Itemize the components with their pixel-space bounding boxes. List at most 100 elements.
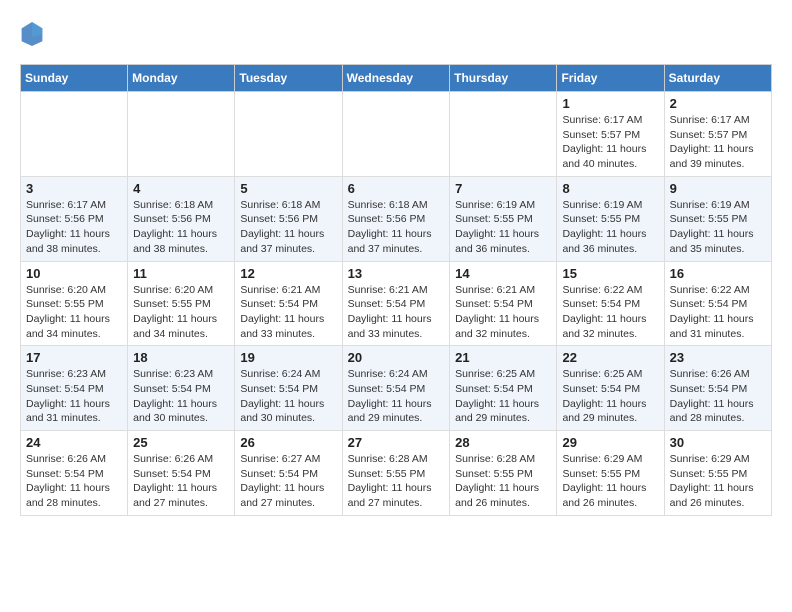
calendar-cell: 24 Sunrise: 6:26 AM Sunset: 5:54 PM Dayli…	[21, 431, 128, 516]
day-number: 21	[455, 350, 551, 365]
calendar-cell: 2 Sunrise: 6:17 AM Sunset: 5:57 PM Daylig…	[664, 92, 771, 177]
day-number: 16	[670, 266, 766, 281]
calendar-cell: 26Sunrise: 6:27 AM Sunset: 5:54 PM Dayli…	[235, 431, 342, 516]
day-info: Sunrise: 6:19 AM Sunset: 5:55 PM Dayligh…	[562, 198, 658, 257]
day-number: 22	[562, 350, 658, 365]
weekday-header: Tuesday	[235, 65, 342, 92]
calendar-week-row: 3 Sunrise: 6:17 AM Sunset: 5:56 PM Daylig…	[21, 176, 772, 261]
day-info: Sunrise: 6:21 AM Sunset: 5:54 PM Dayligh…	[240, 283, 336, 342]
day-number: 17	[26, 350, 122, 365]
calendar-cell	[128, 92, 235, 177]
day-info: Sunrise: 6:22 AM Sunset: 5:54 PM Dayligh…	[670, 283, 766, 342]
day-info: Sunrise: 6:21 AM Sunset: 5:54 PM Dayligh…	[455, 283, 551, 342]
calendar-cell: 25 Sunrise: 6:26 AM Sunset: 5:54 PM Dayli…	[128, 431, 235, 516]
day-number: 28	[455, 435, 551, 450]
day-number: 8	[562, 181, 658, 196]
day-info: Sunrise: 6:17 AM Sunset: 5:56 PM Dayligh…	[26, 198, 122, 257]
day-number: 29	[562, 435, 658, 450]
day-number: 10	[26, 266, 122, 281]
day-info: Sunrise: 6:25 AM Sunset: 5:54 PM Dayligh…	[562, 367, 658, 426]
day-number: 13	[348, 266, 445, 281]
weekday-header: Thursday	[450, 65, 557, 92]
day-info: Sunrise: 6:26 AM Sunset: 5:54 PM Dayligh…	[670, 367, 766, 426]
day-number: 19	[240, 350, 336, 365]
day-info: Sunrise: 6:23 AM Sunset: 5:54 PM Dayligh…	[26, 367, 122, 426]
day-info: Sunrise: 6:18 AM Sunset: 5:56 PM Dayligh…	[240, 198, 336, 257]
day-number: 25	[133, 435, 229, 450]
day-info: Sunrise: 6:25 AM Sunset: 5:54 PM Dayligh…	[455, 367, 551, 426]
calendar-cell: 4 Sunrise: 6:18 AM Sunset: 5:56 PM Daylig…	[128, 176, 235, 261]
calendar-week-row: 1 Sunrise: 6:17 AM Sunset: 5:57 PM Daylig…	[21, 92, 772, 177]
page-header	[20, 20, 772, 48]
calendar-cell: 21 Sunrise: 6:25 AM Sunset: 5:54 PM Dayli…	[450, 346, 557, 431]
day-info: Sunrise: 6:18 AM Sunset: 5:56 PM Dayligh…	[133, 198, 229, 257]
day-info: Sunrise: 6:20 AM Sunset: 5:55 PM Dayligh…	[26, 283, 122, 342]
calendar-cell: 7Sunrise: 6:19 AM Sunset: 5:55 PM Daylig…	[450, 176, 557, 261]
weekday-header: Monday	[128, 65, 235, 92]
day-number: 4	[133, 181, 229, 196]
calendar-cell: 16 Sunrise: 6:22 AM Sunset: 5:54 PM Dayli…	[664, 261, 771, 346]
day-info: Sunrise: 6:24 AM Sunset: 5:54 PM Dayligh…	[348, 367, 445, 426]
day-number: 20	[348, 350, 445, 365]
calendar-cell: 18Sunrise: 6:23 AM Sunset: 5:54 PM Dayli…	[128, 346, 235, 431]
day-number: 24	[26, 435, 122, 450]
calendar-cell: 14 Sunrise: 6:21 AM Sunset: 5:54 PM Dayli…	[450, 261, 557, 346]
day-info: Sunrise: 6:17 AM Sunset: 5:57 PM Dayligh…	[562, 113, 658, 172]
day-number: 14	[455, 266, 551, 281]
day-info: Sunrise: 6:26 AM Sunset: 5:54 PM Dayligh…	[26, 452, 122, 511]
weekday-header: Saturday	[664, 65, 771, 92]
calendar-week-row: 10 Sunrise: 6:20 AM Sunset: 5:55 PM Dayli…	[21, 261, 772, 346]
day-number: 2	[670, 96, 766, 111]
calendar-header-row: SundayMondayTuesdayWednesdayThursdayFrid…	[21, 65, 772, 92]
calendar-cell: 17 Sunrise: 6:23 AM Sunset: 5:54 PM Dayli…	[21, 346, 128, 431]
calendar-cell: 23Sunrise: 6:26 AM Sunset: 5:54 PM Dayli…	[664, 346, 771, 431]
day-info: Sunrise: 6:29 AM Sunset: 5:55 PM Dayligh…	[670, 452, 766, 511]
calendar-cell	[342, 92, 450, 177]
calendar-cell: 30 Sunrise: 6:29 AM Sunset: 5:55 PM Dayli…	[664, 431, 771, 516]
day-number: 5	[240, 181, 336, 196]
day-info: Sunrise: 6:17 AM Sunset: 5:57 PM Dayligh…	[670, 113, 766, 172]
day-number: 26	[240, 435, 336, 450]
calendar-week-row: 17 Sunrise: 6:23 AM Sunset: 5:54 PM Dayli…	[21, 346, 772, 431]
day-info: Sunrise: 6:18 AM Sunset: 5:56 PM Dayligh…	[348, 198, 445, 257]
logo-icon	[20, 20, 44, 48]
day-number: 9	[670, 181, 766, 196]
day-number: 15	[562, 266, 658, 281]
day-info: Sunrise: 6:22 AM Sunset: 5:54 PM Dayligh…	[562, 283, 658, 342]
calendar-cell: 22 Sunrise: 6:25 AM Sunset: 5:54 PM Dayli…	[557, 346, 664, 431]
calendar-cell: 8 Sunrise: 6:19 AM Sunset: 5:55 PM Daylig…	[557, 176, 664, 261]
calendar-cell: 13 Sunrise: 6:21 AM Sunset: 5:54 PM Dayli…	[342, 261, 450, 346]
day-info: Sunrise: 6:28 AM Sunset: 5:55 PM Dayligh…	[348, 452, 445, 511]
calendar-cell	[450, 92, 557, 177]
day-number: 6	[348, 181, 445, 196]
day-info: Sunrise: 6:20 AM Sunset: 5:55 PM Dayligh…	[133, 283, 229, 342]
calendar-cell: 6 Sunrise: 6:18 AM Sunset: 5:56 PM Daylig…	[342, 176, 450, 261]
day-number: 12	[240, 266, 336, 281]
day-info: Sunrise: 6:26 AM Sunset: 5:54 PM Dayligh…	[133, 452, 229, 511]
day-number: 27	[348, 435, 445, 450]
calendar-cell	[235, 92, 342, 177]
calendar-table: SundayMondayTuesdayWednesdayThursdayFrid…	[20, 64, 772, 516]
calendar-cell: 1 Sunrise: 6:17 AM Sunset: 5:57 PM Daylig…	[557, 92, 664, 177]
weekday-header: Friday	[557, 65, 664, 92]
day-number: 3	[26, 181, 122, 196]
calendar-cell: 11 Sunrise: 6:20 AM Sunset: 5:55 PM Dayli…	[128, 261, 235, 346]
day-info: Sunrise: 6:24 AM Sunset: 5:54 PM Dayligh…	[240, 367, 336, 426]
day-number: 18	[133, 350, 229, 365]
calendar-cell: 19 Sunrise: 6:24 AM Sunset: 5:54 PM Dayli…	[235, 346, 342, 431]
calendar-cell: 10 Sunrise: 6:20 AM Sunset: 5:55 PM Dayli…	[21, 261, 128, 346]
day-number: 30	[670, 435, 766, 450]
logo	[20, 20, 48, 48]
day-info: Sunrise: 6:21 AM Sunset: 5:54 PM Dayligh…	[348, 283, 445, 342]
calendar-cell: 20 Sunrise: 6:24 AM Sunset: 5:54 PM Dayli…	[342, 346, 450, 431]
day-number: 11	[133, 266, 229, 281]
calendar-cell: 3 Sunrise: 6:17 AM Sunset: 5:56 PM Daylig…	[21, 176, 128, 261]
day-info: Sunrise: 6:28 AM Sunset: 5:55 PM Dayligh…	[455, 452, 551, 511]
day-info: Sunrise: 6:19 AM Sunset: 5:55 PM Dayligh…	[455, 198, 551, 257]
calendar-cell: 15 Sunrise: 6:22 AM Sunset: 5:54 PM Dayli…	[557, 261, 664, 346]
weekday-header: Wednesday	[342, 65, 450, 92]
calendar-cell: 9Sunrise: 6:19 AM Sunset: 5:55 PM Daylig…	[664, 176, 771, 261]
calendar-cell	[21, 92, 128, 177]
weekday-header: Sunday	[21, 65, 128, 92]
day-number: 1	[562, 96, 658, 111]
